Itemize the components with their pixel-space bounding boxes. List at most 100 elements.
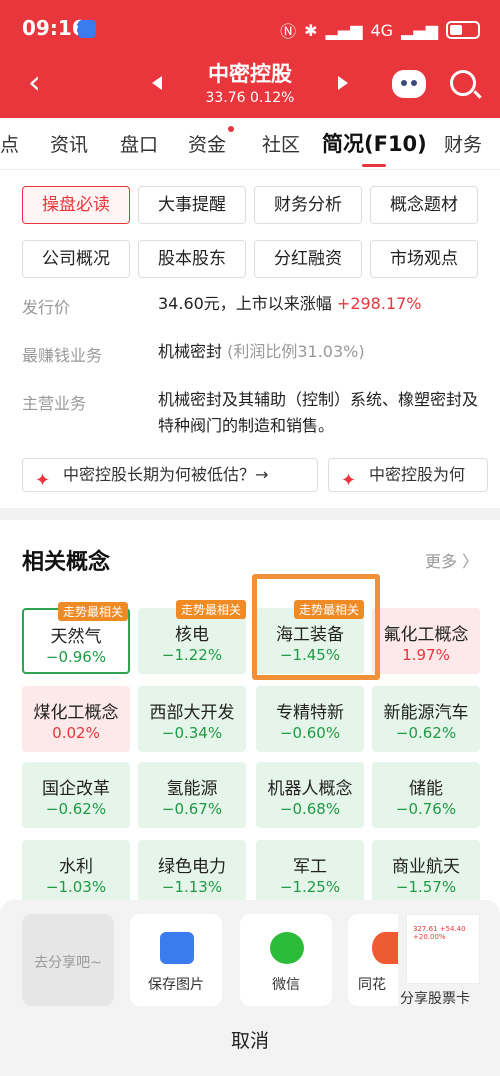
signal-icon-2: ▂▄▆ [401, 20, 438, 40]
concept-name: 氟化工概念 [383, 625, 469, 645]
robot-assistant-icon[interactable] [392, 70, 426, 98]
main-business-label: 主营业务 [22, 394, 87, 413]
wechat-button[interactable]: 微信 [240, 914, 332, 1006]
stock-price: 33.76 0.12% [205, 90, 295, 106]
tonghua-label: 同花 [358, 977, 386, 993]
chip-finance-analysis[interactable]: 财务分析 [254, 186, 362, 224]
tab-community[interactable]: 社区 [262, 130, 300, 157]
concept-tile[interactable]: 水利 −1.03% [22, 840, 130, 906]
save-image-button[interactable]: 保存图片 [130, 914, 222, 1006]
tab-finance[interactable]: 财务 [444, 130, 482, 157]
chip-shareholders[interactable]: 股本股东 [138, 240, 246, 278]
profit-ratio: (利润比例31.03%) [227, 342, 365, 361]
concept-change: −1.03% [45, 878, 107, 896]
more-link[interactable]: 更多 〉 [425, 548, 478, 572]
concept-tile[interactable]: 专精特新 −0.60% [256, 686, 364, 752]
question-card-1[interactable]: ✦ 中密控股长期为何被低估？→ [22, 458, 318, 492]
sparkle-icon: ✦ [341, 470, 357, 491]
concept-change: 1.97% [402, 646, 450, 664]
status-bar: 09:16 Ⓝ ✱ ▂▄▆ 4G ▂▄▆ [0, 0, 500, 56]
concept-name: 新能源汽车 [383, 703, 469, 723]
concept-change: 0.02% [52, 724, 100, 742]
concept-tile[interactable]: 机器人概念 −0.68% [256, 762, 364, 828]
tab-active-indicator [362, 164, 386, 167]
concept-name: 天然气 [50, 627, 102, 647]
question-text-1: 中密控股长期为何被低估？→ [63, 465, 269, 484]
share-stock-card-label[interactable]: 分享股票卡 [400, 988, 470, 1008]
concept-name: 军工 [293, 857, 327, 877]
top-bar: 09:16 Ⓝ ✱ ▂▄▆ 4G ▂▄▆ ‹ 中密控股 33.76 0.12% [0, 0, 500, 118]
concept-tile[interactable]: 走势最相关 核电 −1.22% [138, 600, 246, 674]
chip-company-overview[interactable]: 公司概况 [22, 240, 130, 278]
concept-change: −0.60% [279, 724, 341, 742]
concept-tile[interactable]: 国企改革 −0.62% [22, 762, 130, 828]
battery-icon [446, 21, 480, 39]
concept-change: −1.22% [161, 646, 223, 664]
bluetooth-icon: ✱ [304, 20, 318, 40]
tab-dian[interactable]: 点 [0, 130, 19, 157]
concept-tile[interactable]: 走势最相关 天然气 −0.96% [22, 602, 130, 674]
chip-market-views[interactable]: 市场观点 [370, 240, 478, 278]
tab-funds[interactable]: 资金 [188, 130, 226, 157]
network-type: 4G [370, 20, 394, 40]
concept-change: −0.76% [395, 800, 457, 818]
concept-tile[interactable]: 储能 −0.76% [372, 762, 480, 828]
chip-must-read[interactable]: 操盘必读 [22, 186, 130, 224]
concept-name: 核电 [175, 625, 209, 645]
sparkle-icon: ✦ [35, 470, 51, 491]
concept-tile[interactable]: 西部大开发 −0.34% [138, 686, 246, 752]
notification-dot [228, 126, 234, 132]
concept-tile[interactable]: 军工 −1.25% [256, 840, 364, 906]
cancel-button[interactable]: 取消 [0, 1026, 500, 1053]
tab-news[interactable]: 资讯 [50, 130, 88, 157]
chip-concepts[interactable]: 概念题材 [370, 186, 478, 224]
concept-change: −0.68% [279, 800, 341, 818]
concept-tile[interactable]: 氟化工概念 1.97% [372, 608, 480, 674]
issue-price-label: 发行价 [22, 298, 71, 317]
stock-thumb-text: 327.61 +54.40 +20.00% [413, 925, 466, 941]
main-business-value: 机械密封及其辅助（控制）系统、橡塑密封及特种阀门的制造和销售。 [158, 390, 479, 435]
question-text-2: 中密控股为何 [369, 465, 466, 484]
concept-name: 氢能源 [166, 779, 218, 799]
most-related-badge: 走势最相关 [57, 602, 128, 621]
concept-tile[interactable]: 氢能源 −0.67% [138, 762, 246, 828]
concept-name: 绿色电力 [158, 857, 226, 877]
search-icon[interactable] [450, 70, 476, 96]
concept-change: −1.25% [279, 878, 341, 896]
save-image-icon [160, 932, 194, 964]
nfc-icon: Ⓝ [280, 22, 297, 41]
wechat-label: 微信 [272, 977, 300, 993]
status-icons: Ⓝ ✱ ▂▄▆ 4G ▂▄▆ [280, 18, 480, 42]
stock-card-thumbnail[interactable]: 327.61 +54.40 +20.00% [406, 914, 480, 984]
chip-events[interactable]: 大事提醒 [138, 186, 246, 224]
concept-tile[interactable]: 商业航天 −1.57% [372, 840, 480, 906]
share-placeholder: 去分享吧~ [22, 914, 114, 1006]
tab-orderbook[interactable]: 盘口 [120, 130, 158, 157]
next-stock-icon[interactable] [338, 76, 348, 90]
profit-business-text: 机械密封 [158, 342, 223, 361]
save-image-label: 保存图片 [148, 977, 204, 993]
audio-app-icon [78, 20, 96, 38]
concept-name: 水利 [59, 857, 93, 877]
issue-price-value: 34.60元，上市以来涨幅 +298.17% [158, 291, 422, 317]
tonghua-button[interactable]: 同花 [348, 914, 398, 1006]
chip-dividends[interactable]: 分红融资 [254, 240, 362, 278]
highlight-box [252, 574, 380, 680]
issue-price-change: +298.17% [336, 294, 422, 313]
concept-name: 商业航天 [392, 857, 460, 877]
signal-icon: ▂▄▆ [325, 20, 363, 40]
concept-name: 煤化工概念 [33, 703, 119, 723]
concept-change: −0.96% [45, 648, 107, 666]
profit-business-value: 机械密封 (利润比例31.03%) [158, 339, 365, 365]
status-time: 09:16 [22, 16, 86, 40]
concept-name: 国企改革 [42, 779, 110, 799]
concept-tile[interactable]: 新能源汽车 −0.62% [372, 686, 480, 752]
question-card-2[interactable]: ✦ 中密控股为何 [328, 458, 488, 492]
concept-tile[interactable]: 绿色电力 −1.13% [138, 840, 246, 906]
concept-name: 西部大开发 [149, 703, 235, 723]
concept-tile[interactable]: 煤化工概念 0.02% [22, 686, 130, 752]
concept-change: −0.62% [395, 724, 457, 742]
issue-price-text: 34.60元，上市以来涨幅 [158, 294, 332, 313]
wechat-icon [270, 932, 304, 964]
tab-f10[interactable]: 简况(F10) [322, 128, 427, 158]
